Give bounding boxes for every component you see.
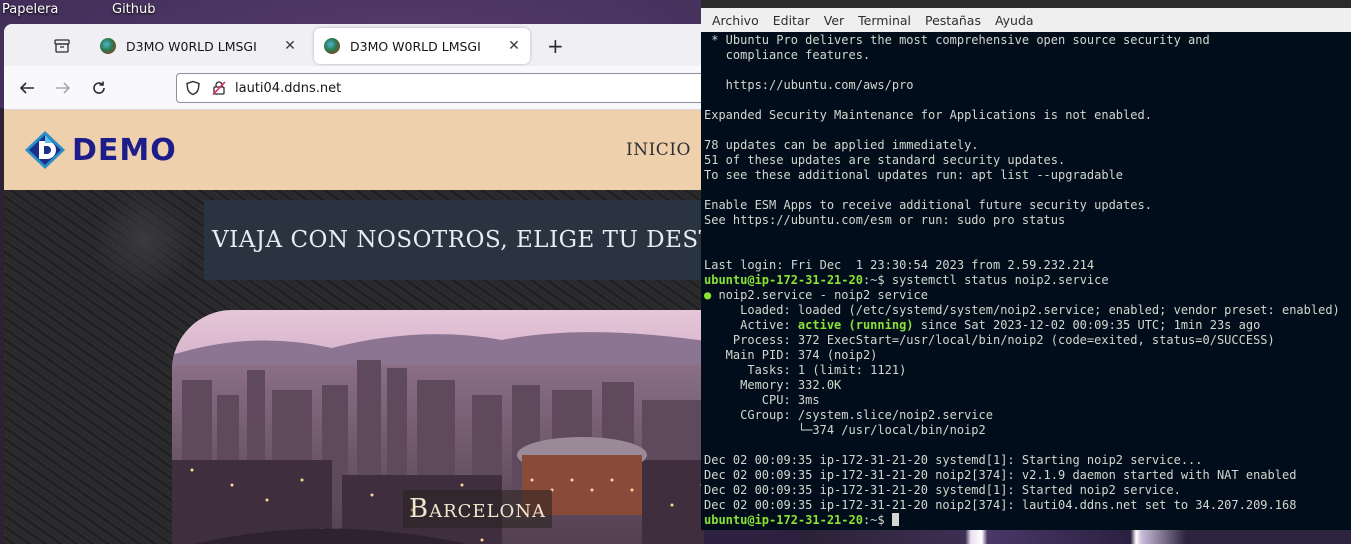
menu-ver[interactable]: Ver	[824, 13, 844, 28]
back-button[interactable]	[16, 77, 38, 99]
terminal-titlebar	[701, 0, 1351, 8]
arrow-left-icon	[19, 82, 34, 94]
hero-text: VIAJA CON NOSOTROS, ELIGE TU DEST	[212, 227, 704, 253]
close-tab-icon[interactable]: ✕	[282, 38, 298, 54]
terminal-output[interactable]: * Ubuntu Pro delivers the most comprehen…	[701, 32, 1351, 530]
terminal-line: See https://ubuntu.com/esm or run: sudo …	[704, 213, 1066, 227]
service-header: noip2.service - noip2 service	[718, 288, 928, 302]
hero-banner: VIAJA CON NOSOTROS, ELIGE TU DEST	[204, 200, 704, 280]
menu-pestanas[interactable]: Pestañas	[925, 13, 981, 28]
status-tasks: Tasks: 1 (limit: 1121)	[704, 363, 907, 377]
status-cpu: CPU: 3ms	[704, 393, 820, 407]
reload-button[interactable]	[88, 77, 110, 99]
log-line: Dec 02 00:09:35 ip-172-31-21-20 noip2[37…	[704, 468, 1297, 482]
terminal-line: * Ubuntu Pro delivers the most comprehen…	[704, 33, 1210, 47]
navigation-bar: lauti04.ddns.net	[4, 66, 704, 110]
terminal-menubar: Archivo Editar Ver Terminal Pestañas Ayu…	[701, 8, 1351, 32]
url-text: lauti04.ddns.net	[235, 80, 342, 96]
terminal-line: To see these additional updates run: apt…	[704, 168, 1124, 182]
desktop-icon-trash-label[interactable]: Papelera	[2, 2, 58, 17]
close-tab-icon[interactable]: ✕	[506, 38, 522, 54]
terminal-prompt-line: ubuntu@ip-172-31-21-20:~$ systemctl stat…	[704, 273, 1351, 288]
city-label: Barcelona	[409, 494, 547, 524]
reload-icon	[93, 81, 105, 94]
status-main-pid: Main PID: 374 (noip2)	[704, 348, 878, 362]
insecure-lock-icon[interactable]	[211, 80, 227, 96]
terminal-window: Archivo Editar Ver Terminal Pestañas Ayu…	[701, 0, 1351, 530]
terminal-line: 51 of these updates are standard securit…	[704, 153, 1066, 167]
new-tab-plus-icon[interactable]: +	[547, 34, 564, 58]
forward-button[interactable]	[52, 77, 74, 99]
globe-favicon-icon	[100, 38, 116, 54]
terminal-line: compliance features.	[704, 48, 871, 62]
log-line: Dec 02 00:09:35 ip-172-31-21-20 systemd[…	[704, 483, 1181, 497]
active-state: active (running)	[797, 318, 914, 332]
status-loaded: Loaded: loaded (/etc/systemd/system/noip…	[704, 303, 1340, 317]
url-bar[interactable]: lauti04.ddns.net	[176, 73, 704, 103]
nav-link-inicio[interactable]: INICIO	[626, 140, 691, 160]
terminal-line: https://ubuntu.com/aws/pro	[704, 78, 914, 92]
tab-active[interactable]: D3MO W0RLD LMSGI ✕	[314, 28, 530, 64]
tab-title: D3MO W0RLD LMSGI	[350, 38, 481, 54]
city-label-box: Barcelona	[403, 490, 553, 528]
terminal-prompt-line: ubuntu@ip-172-31-21-20:~$	[704, 513, 1351, 528]
shield-icon[interactable]	[185, 80, 201, 96]
menu-archivo[interactable]: Archivo	[712, 13, 759, 28]
service-header-line: ● noip2.service - noip2 service	[704, 288, 1351, 303]
log-line: Dec 02 00:09:35 ip-172-31-21-20 systemd[…	[704, 453, 1203, 467]
tab-bar: D3MO W0RLD LMSGI ✕ D3MO W0RLD LMSGI ✕ +	[4, 24, 704, 66]
prompt-user: ubuntu@ip-172-31-21-20	[704, 273, 863, 287]
browser-window: D3MO W0RLD LMSGI ✕ D3MO W0RLD LMSGI ✕ +	[4, 24, 704, 544]
site-header: DEMO INICIO	[4, 110, 704, 190]
tab-list-button[interactable]	[50, 34, 74, 58]
desktop-icon-github-label[interactable]: Github	[112, 2, 156, 17]
tab-list-icon	[54, 39, 70, 53]
logo-text: DEMO	[72, 132, 177, 168]
status-dot-icon: ●	[704, 288, 712, 302]
status-cgroup: CGroup: /system.slice/noip2.service	[704, 408, 993, 422]
menu-terminal[interactable]: Terminal	[858, 13, 911, 28]
prompt-suffix: :~$	[862, 513, 892, 527]
terminal-cursor[interactable]	[891, 513, 899, 526]
globe-favicon-icon	[324, 38, 340, 54]
terminal-line: Enable ESM Apps to receive additional fu…	[704, 198, 1152, 212]
prompt-suffix: :~$	[862, 273, 892, 287]
demo-logo-icon	[25, 131, 65, 169]
arrow-right-icon	[56, 82, 71, 94]
tab-inactive[interactable]: D3MO W0RLD LMSGI ✕	[90, 28, 306, 64]
status-active-line: Active: active (running) since Sat 2023-…	[704, 318, 1351, 333]
status-cgroup-child: └─374 /usr/local/bin/noip2	[704, 423, 986, 437]
active-since: since Sat 2023-12-02 00:09:35 UTC; 1min …	[913, 318, 1261, 332]
status-memory: Memory: 332.0K	[704, 378, 842, 392]
status-process: Process: 372 ExecStart=/usr/local/bin/no…	[704, 333, 1275, 347]
menu-editar[interactable]: Editar	[773, 13, 810, 28]
menu-ayuda[interactable]: Ayuda	[995, 13, 1034, 28]
log-line: Dec 02 00:09:35 ip-172-31-21-20 noip2[37…	[704, 498, 1297, 512]
webpage-content: DEMO INICIO VIAJA CON NOSOTROS, ELIGE TU…	[4, 110, 704, 544]
prompt-user: ubuntu@ip-172-31-21-20	[704, 513, 863, 527]
terminal-line: Last login: Fri Dec 1 23:30:54 2023 from…	[704, 258, 1095, 272]
site-logo[interactable]: DEMO	[24, 130, 177, 170]
terminal-line: 78 updates can be applied immediately.	[704, 138, 979, 152]
typed-command: systemctl status noip2.service	[891, 273, 1109, 287]
tab-title: D3MO W0RLD LMSGI	[126, 38, 257, 54]
terminal-line: Expanded Security Maintenance for Applic…	[704, 108, 1152, 122]
active-label: Active:	[704, 318, 798, 332]
